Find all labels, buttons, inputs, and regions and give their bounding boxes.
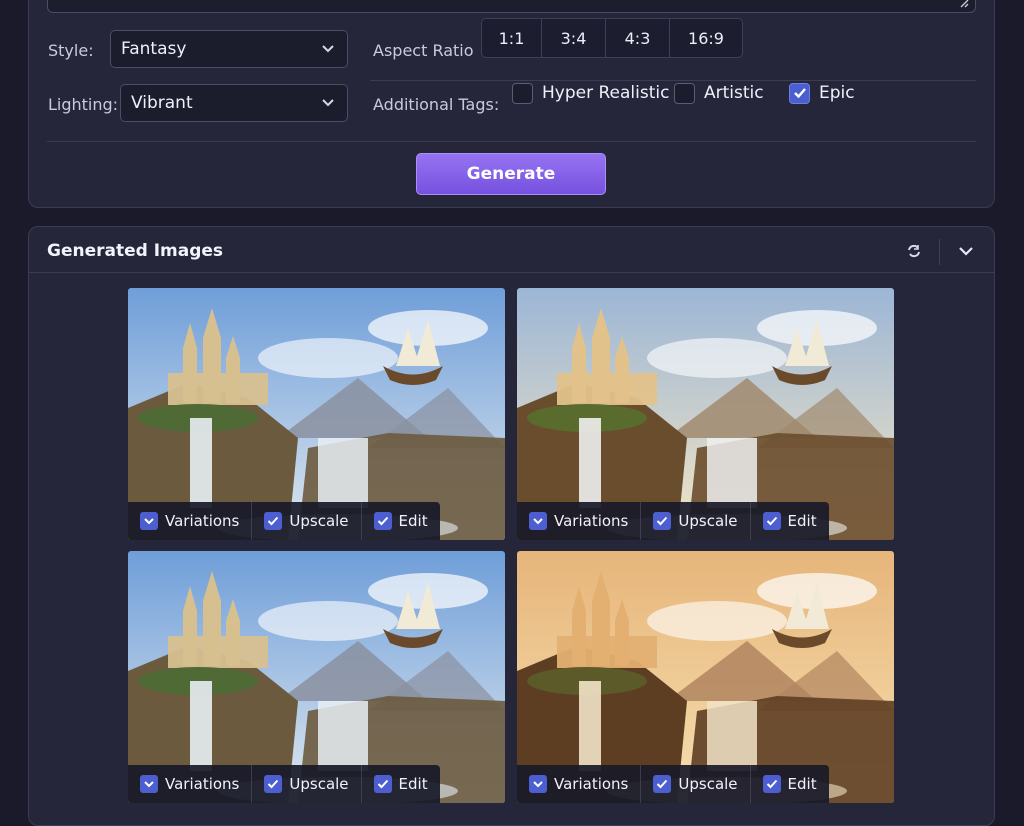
generated-images-title: Generated Images bbox=[47, 241, 224, 261]
check-icon bbox=[657, 516, 668, 526]
upscale-button[interactable]: Upscale bbox=[641, 502, 751, 540]
generate-button[interactable]: Generate bbox=[416, 153, 606, 195]
lighting-select[interactable]: Vibrant bbox=[120, 84, 348, 122]
check-icon bbox=[657, 779, 668, 789]
edit-icon bbox=[373, 512, 392, 530]
chevron-down-icon bbox=[322, 45, 334, 53]
checkbox-unchecked[interactable] bbox=[512, 82, 533, 104]
upscale-label: Upscale bbox=[289, 775, 349, 793]
upscale-icon bbox=[653, 512, 672, 530]
upscale-label: Upscale bbox=[678, 512, 738, 530]
generated-images-panel: Generated Images Variations Upscale Edit… bbox=[28, 226, 995, 826]
style-label: Style: bbox=[48, 41, 94, 60]
settings-panel: Style: Fantasy Aspect Ratio 1:1 3:4 4:3 … bbox=[28, 0, 995, 208]
edit-icon bbox=[762, 512, 781, 530]
chevron-down-icon bbox=[533, 781, 543, 788]
tag-label: Hyper Realistic bbox=[542, 83, 670, 103]
variations-icon bbox=[140, 512, 158, 530]
check-icon bbox=[268, 779, 279, 789]
upscale-button[interactable]: Upscale bbox=[252, 502, 362, 540]
variations-label: Variations bbox=[554, 512, 629, 530]
image-actions-bar: Variations Upscale Edit bbox=[128, 765, 440, 803]
variations-button[interactable]: Variations bbox=[517, 502, 642, 540]
edit-button[interactable]: Edit bbox=[751, 502, 829, 540]
chevron-down-icon bbox=[533, 518, 543, 525]
upscale-icon bbox=[264, 775, 283, 793]
aspect-option-3-4[interactable]: 3:4 bbox=[542, 19, 606, 57]
check-icon bbox=[766, 516, 777, 526]
image-card[interactable]: Variations Upscale Edit bbox=[128, 551, 505, 803]
image-card[interactable]: Variations Upscale Edit bbox=[128, 288, 505, 540]
edit-button[interactable]: Edit bbox=[751, 765, 829, 803]
lighting-select-value: Vibrant bbox=[131, 93, 193, 113]
row-divider bbox=[370, 80, 976, 81]
image-card[interactable]: Variations Upscale Edit bbox=[517, 551, 894, 803]
checkbox-checked[interactable] bbox=[789, 82, 810, 104]
additional-tags-label: Additional Tags: bbox=[373, 95, 500, 114]
edit-icon bbox=[762, 775, 781, 793]
variations-button[interactable]: Variations bbox=[128, 502, 253, 540]
edit-icon bbox=[373, 775, 392, 793]
image-actions-bar: Variations Upscale Edit bbox=[128, 502, 440, 540]
upscale-icon bbox=[264, 512, 283, 530]
aspect-option-1-1[interactable]: 1:1 bbox=[482, 19, 542, 57]
edit-button[interactable]: Edit bbox=[362, 502, 440, 540]
image-actions-bar: Variations Upscale Edit bbox=[517, 502, 829, 540]
edit-button[interactable]: Edit bbox=[362, 765, 440, 803]
upscale-icon bbox=[653, 775, 672, 793]
style-select[interactable]: Fantasy bbox=[110, 30, 348, 68]
chevron-down-icon[interactable] bbox=[957, 242, 975, 260]
style-select-value: Fantasy bbox=[121, 39, 187, 59]
variations-icon bbox=[529, 775, 547, 793]
variations-button[interactable]: Variations bbox=[517, 765, 642, 803]
aspect-ratio-label: Aspect Ratio bbox=[373, 41, 474, 60]
prompt-textarea[interactable] bbox=[47, 0, 976, 13]
variations-label: Variations bbox=[165, 512, 240, 530]
header-divider bbox=[29, 272, 994, 273]
upscale-label: Upscale bbox=[289, 512, 349, 530]
chevron-down-icon bbox=[144, 518, 154, 525]
check-icon bbox=[377, 779, 388, 789]
refresh-icon[interactable] bbox=[905, 242, 923, 260]
edit-label: Edit bbox=[398, 512, 428, 530]
variations-icon bbox=[140, 775, 158, 793]
lighting-label: Lighting: bbox=[48, 95, 119, 114]
variations-label: Variations bbox=[165, 775, 240, 793]
upscale-button[interactable]: Upscale bbox=[641, 765, 751, 803]
check-icon bbox=[377, 516, 388, 526]
edit-label: Edit bbox=[398, 775, 428, 793]
chevron-down-icon bbox=[144, 781, 154, 788]
tag-label: Artistic bbox=[704, 83, 764, 103]
header-separator bbox=[939, 239, 940, 265]
aspect-option-16-9[interactable]: 16:9 bbox=[670, 19, 742, 57]
image-card[interactable]: Variations Upscale Edit bbox=[517, 288, 894, 540]
tag-hyper-realistic[interactable]: Hyper Realistic bbox=[512, 81, 669, 105]
aspect-option-4-3[interactable]: 4:3 bbox=[606, 19, 670, 57]
tag-label: Epic bbox=[819, 83, 855, 103]
upscale-label: Upscale bbox=[678, 775, 738, 793]
check-icon bbox=[766, 779, 777, 789]
aspect-ratio-selector: 1:1 3:4 4:3 16:9 bbox=[481, 18, 743, 58]
upscale-button[interactable]: Upscale bbox=[252, 765, 362, 803]
panel-divider bbox=[47, 141, 976, 142]
check-icon bbox=[793, 88, 806, 99]
chevron-down-icon bbox=[322, 99, 334, 107]
variations-icon bbox=[529, 512, 547, 530]
image-actions-bar: Variations Upscale Edit bbox=[517, 765, 829, 803]
resize-handle-icon[interactable] bbox=[959, 0, 969, 8]
edit-label: Edit bbox=[787, 512, 817, 530]
tag-epic[interactable]: Epic bbox=[789, 81, 855, 105]
tag-artistic[interactable]: Artistic bbox=[674, 81, 764, 105]
checkbox-unchecked[interactable] bbox=[674, 82, 695, 104]
variations-label: Variations bbox=[554, 775, 629, 793]
check-icon bbox=[268, 516, 279, 526]
variations-button[interactable]: Variations bbox=[128, 765, 253, 803]
edit-label: Edit bbox=[787, 775, 817, 793]
